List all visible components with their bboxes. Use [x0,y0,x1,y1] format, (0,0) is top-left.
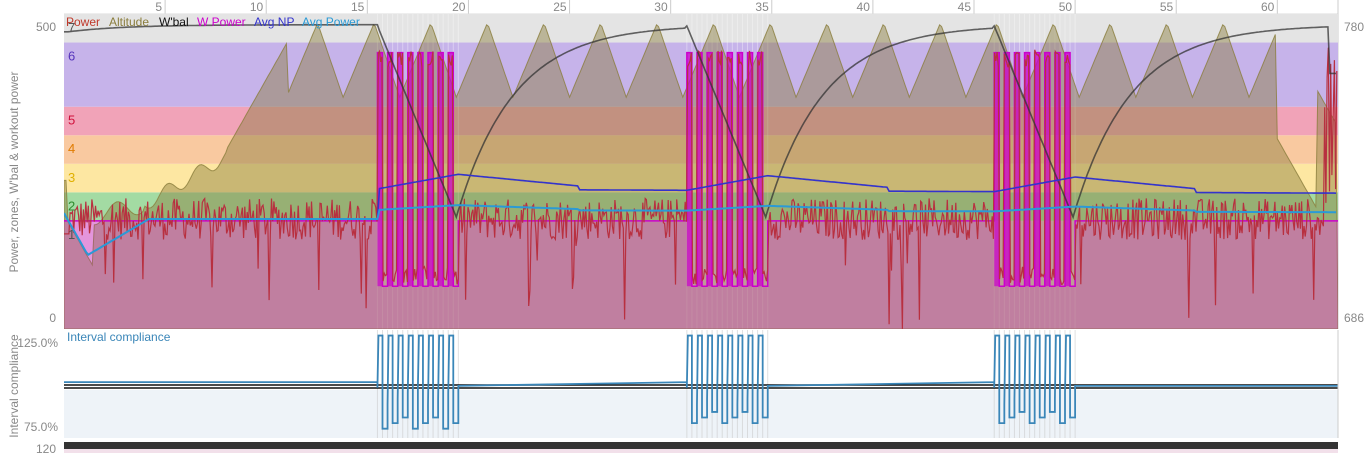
compliance-top-label: 125.0% [17,336,58,350]
workout-chart: 5 10 15 20 25 30 35 40 45 50 55 60 1234567 Power Alt… [7,0,1364,453]
compliance-panel: Interval compliance 125.0% 75.0% Interva… [7,330,1339,438]
zone-label-4: 4 [68,141,75,156]
legend-item: Altitude [109,15,149,29]
x-tick-label: 30 [654,0,668,14]
legend-item: W Power [197,15,246,29]
x-tick-label: 25 [553,0,567,14]
x-tick-label: 20 [452,0,466,14]
y-axis-right-max-label: 780 [1344,20,1364,34]
legend: Power Altitude W'bal W Power Avg NP Avg Power [66,15,360,29]
workout-interval-block [1065,52,1071,287]
zone-label-5: 5 [68,113,75,128]
power-panel [64,14,1338,329]
x-tick-label: 45 [958,0,972,14]
legend-item: W'bal [159,15,189,29]
x-tick-label: 40 [857,0,871,14]
y-axis-max-label: 500 [36,20,56,34]
compliance-bottom-label: 75.0% [24,420,58,434]
bottom-axis-label: 120 [36,442,56,453]
legend-item: Avg Power [302,15,360,29]
legend-item: Avg NP [254,15,294,29]
x-tick-label: 15 [351,0,365,14]
compliance-y-title: Interval compliance [7,334,21,438]
x-tick-label: 60 [1261,0,1275,14]
x-tick-label: 35 [755,0,769,14]
x-tick-label: 10 [250,0,264,14]
zone-label-1: 1 [68,227,75,242]
zone-label-3: 3 [68,170,75,185]
y-axis-right-min-label: 686 [1344,311,1364,325]
x-tick-label: 5 [155,0,162,14]
zone-label-2: 2 [68,198,75,213]
workout-interval-block [1034,52,1040,287]
zone-label-6: 6 [68,49,75,64]
workout-interval-block [428,52,434,287]
y-axis-min-label: 0 [49,311,56,325]
bottom-panel: 120 [36,442,1338,453]
x-tick-label: 50 [1059,0,1073,14]
x-tick-label: 55 [1160,0,1174,14]
compliance-title: Interval compliance [67,330,171,344]
y-axis-title: Power, zones, W'bal & workout power [7,71,21,272]
workout-interval-block [1004,52,1010,287]
workout-interval-block [397,52,403,287]
legend-item: Power [66,15,100,29]
